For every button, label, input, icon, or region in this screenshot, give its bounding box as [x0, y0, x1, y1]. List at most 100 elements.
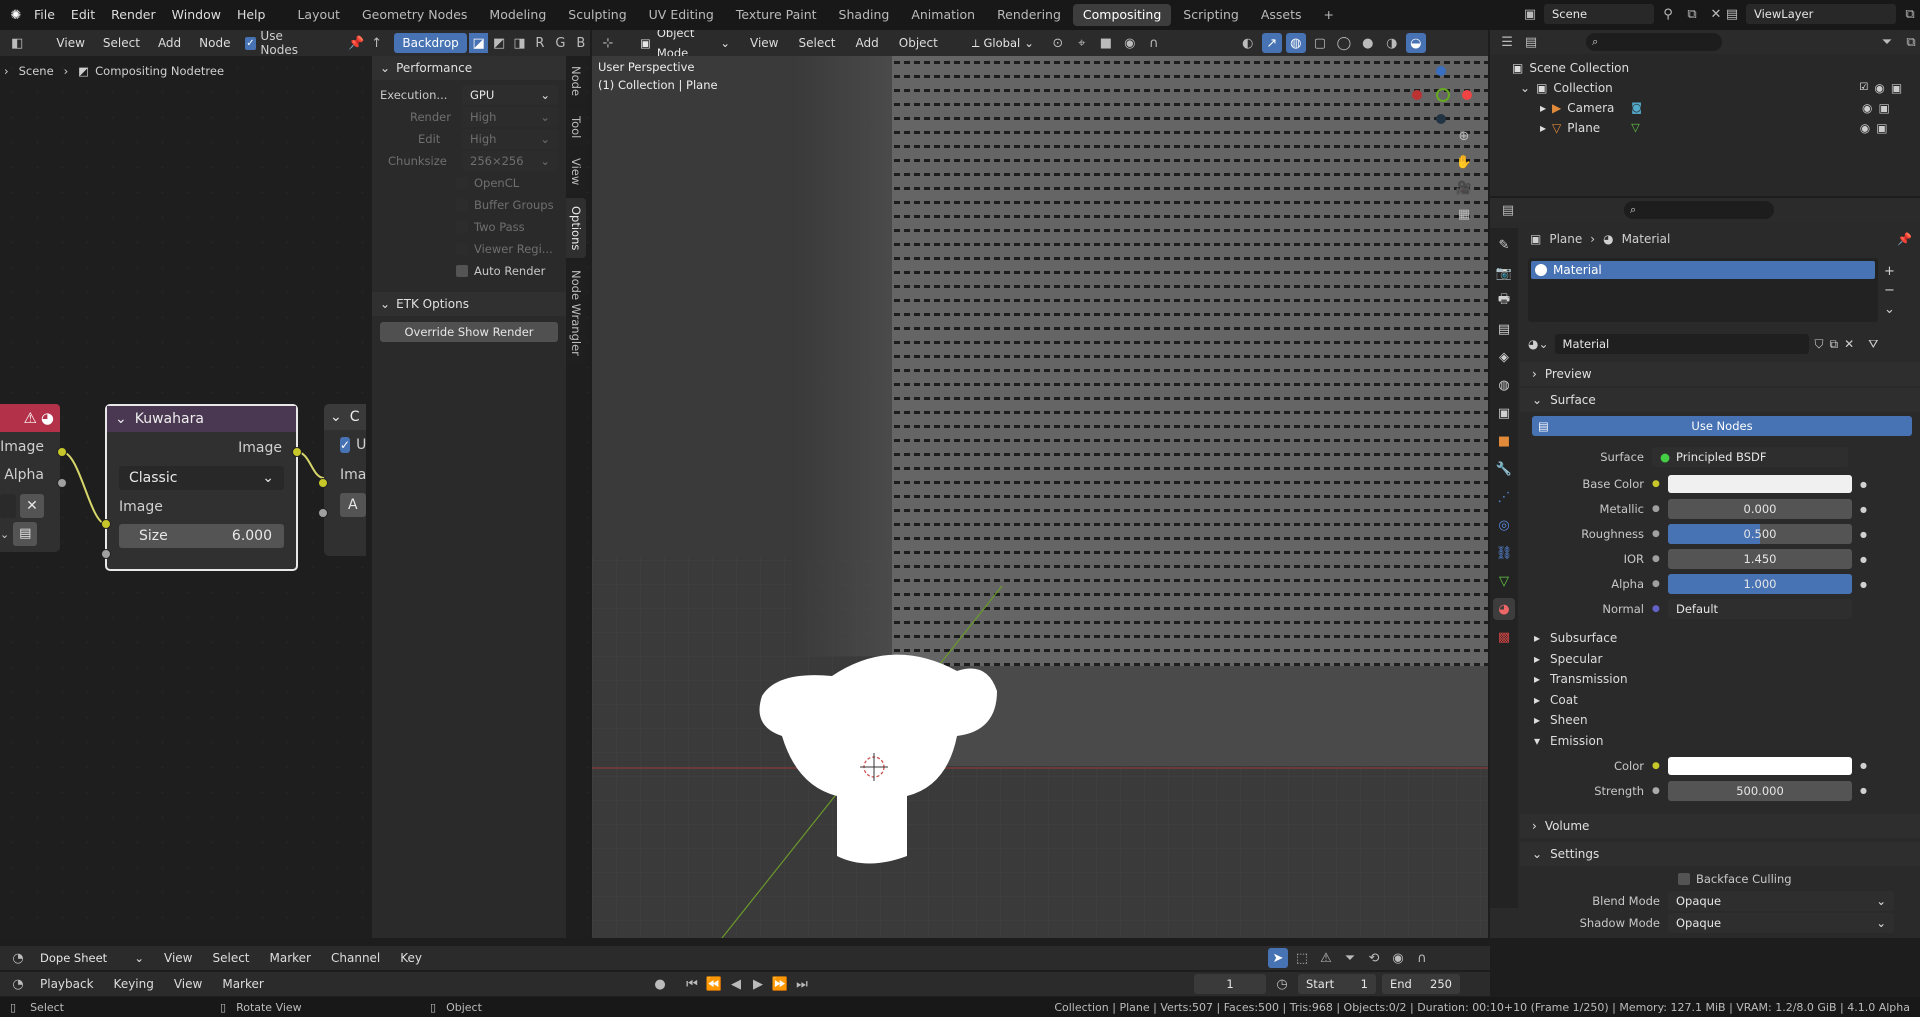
camera-view-icon[interactable]: 🎥	[1454, 178, 1474, 198]
keyframe-dot-icon[interactable]: ●	[1860, 761, 1867, 770]
constraints-icon[interactable]: ⛓	[1493, 542, 1515, 564]
clock-icon[interactable]: ◷	[1272, 974, 1292, 994]
remove-slot-icon[interactable]: −	[1884, 283, 1895, 298]
editor-type-icon[interactable]: ☰	[1498, 32, 1516, 52]
falloff-icon[interactable]: ∩	[1144, 33, 1164, 53]
tab-view[interactable]: View	[566, 150, 586, 194]
material-icon[interactable]: ◕	[1493, 598, 1515, 620]
view-layer-icon[interactable]: ▤	[1493, 318, 1515, 340]
editor-type-icon[interactable]: ▤	[1498, 200, 1518, 220]
snap-icon[interactable]: ⌖	[1072, 33, 1092, 53]
buffer-groups-checkbox[interactable]: Buffer Groups	[456, 194, 558, 216]
next-keyframe-icon[interactable]: ⏩	[770, 974, 790, 994]
texture-icon[interactable]: ▩	[1493, 626, 1515, 648]
use-alpha-toggle[interactable]: ✓ U	[324, 430, 366, 460]
tab-assets[interactable]: Assets	[1251, 4, 1312, 26]
play-reverse-icon[interactable]: ◀	[726, 974, 746, 994]
subpanel-header[interactable]: ▸ Sheen	[1520, 710, 1920, 730]
channel-g-icon[interactable]: G	[551, 33, 569, 53]
tab-rendering[interactable]: Rendering	[987, 4, 1071, 26]
chunksize-select[interactable]: 256×256 ⌄	[462, 151, 558, 171]
gizmo-icon[interactable]: ↗	[1261, 33, 1282, 53]
viewer-region-checkbox[interactable]: Viewer Regi...	[456, 238, 558, 260]
subpanel-header[interactable]: ▸ Coat	[1520, 690, 1920, 710]
auto-snap-icon[interactable]: ⟲	[1364, 948, 1384, 968]
collapse-icon[interactable]: ⌄	[115, 411, 127, 427]
scene-icon[interactable]: ◈	[1493, 346, 1515, 368]
value-field[interactable]: 0.000	[1668, 499, 1852, 519]
new-collection-icon[interactable]: ⧉	[1902, 32, 1920, 52]
proportional-edit-icon[interactable]: ◉	[1120, 33, 1140, 53]
add-slot-icon[interactable]: +	[1884, 264, 1895, 279]
tab-scripting[interactable]: Scripting	[1173, 4, 1249, 26]
tab-geometry-nodes[interactable]: Geometry Nodes	[352, 4, 477, 26]
menu-view[interactable]: View	[742, 36, 786, 50]
menu-view[interactable]: View	[166, 977, 210, 991]
solid-shading-icon[interactable]: ●	[1358, 33, 1378, 53]
mode-select[interactable]: Classic ⌄	[107, 464, 296, 492]
tab-layout[interactable]: Layout	[287, 4, 350, 26]
keyframe-dot-icon[interactable]: ●	[1860, 530, 1867, 539]
use-nodes-button[interactable]: ▤ Use Nodes	[1532, 416, 1912, 436]
snap-target-icon[interactable]: ■	[1096, 33, 1116, 53]
menu-keying[interactable]: Keying	[106, 977, 162, 991]
execution-select[interactable]: GPU ⌄	[462, 85, 558, 105]
alpha-field[interactable]: A	[324, 490, 366, 520]
tab-sculpting[interactable]: Sculpting	[558, 4, 636, 26]
menu-edit[interactable]: Edit	[63, 0, 103, 30]
performance-panel-header[interactable]: ⌄ Performance	[372, 56, 566, 80]
blender-logo-icon[interactable]: ✺	[6, 5, 26, 25]
socket-icon[interactable]: ●	[1652, 604, 1668, 614]
fake-user-icon[interactable]: ⛉	[1815, 337, 1824, 352]
filter-icon[interactable]: ⏷	[1878, 32, 1896, 52]
socket-alpha-in[interactable]	[318, 508, 328, 518]
display-mode-icon[interactable]: ▤	[1522, 32, 1540, 52]
clipboard-icon[interactable]: ▤	[13, 522, 38, 546]
channel-alpha-icon[interactable]: ◨	[510, 33, 528, 53]
chevron-down-icon[interactable]: ⌄	[0, 528, 9, 541]
material-shading-icon[interactable]: ◑	[1382, 33, 1402, 53]
channel-r-icon[interactable]: R	[531, 33, 549, 53]
editor-type-icon[interactable]: ◔	[8, 974, 28, 994]
subpanel-header[interactable]: ▸ Specular	[1520, 649, 1920, 669]
close-icon[interactable]: ✕	[20, 494, 44, 518]
scene-name[interactable]: Scene	[1544, 4, 1654, 24]
link-icon[interactable]: ⛛	[1868, 337, 1878, 352]
menu-help[interactable]: Help	[229, 0, 274, 30]
etk-panel-header[interactable]: ⌄ ETK Options	[372, 292, 566, 316]
search-input[interactable]: ⌕	[1624, 201, 1774, 219]
hand-pan-icon[interactable]: ✋	[1454, 152, 1474, 172]
editor-type-icon[interactable]: ⊹	[598, 33, 618, 53]
material-browse-icon[interactable]: ◕⌄	[1528, 337, 1549, 351]
surface-panel-header[interactable]: ⌄ Surface	[1520, 388, 1920, 412]
override-show-render-button[interactable]: Override Show Render	[380, 322, 558, 342]
unlink-icon[interactable]: ✕	[1844, 337, 1854, 351]
menu-add[interactable]: Add	[848, 36, 887, 50]
channel-rgb-icon[interactable]: ◪	[469, 33, 488, 53]
editor-type-icon[interactable]: ◔	[8, 948, 28, 968]
menu-window[interactable]: Window	[164, 0, 229, 30]
collapse-icon[interactable]: ⌄	[330, 409, 342, 425]
composite-node[interactable]: ⌄ C ✓ U Ima A	[324, 404, 366, 556]
menu-marker[interactable]: Marker	[214, 977, 271, 991]
socket-image-out[interactable]	[57, 447, 67, 457]
blend-mode-select[interactable]: Opaque ⌄	[1668, 890, 1894, 911]
socket-alpha-out[interactable]	[57, 478, 67, 488]
zoom-icon[interactable]: ⊕	[1454, 126, 1474, 146]
two-pass-checkbox[interactable]: Two Pass	[456, 216, 558, 238]
tab-uv-editing[interactable]: UV Editing	[639, 4, 724, 26]
subpanel-header[interactable]: ▸ Transmission	[1520, 669, 1920, 689]
menu-object[interactable]: Object	[891, 36, 946, 50]
socket-kuwahara-out[interactable]	[292, 447, 302, 457]
physics-icon[interactable]: ◎	[1493, 514, 1515, 536]
value-field[interactable]: 1.450	[1668, 549, 1852, 569]
layer-field[interactable]	[0, 494, 16, 518]
emission-subpanel-header[interactable]: ▾ Emission	[1520, 731, 1920, 751]
grid-view-icon[interactable]: ▦	[1454, 204, 1474, 224]
emission-strength-field[interactable]: 500.000	[1668, 780, 1852, 801]
scene-icon[interactable]: ▣	[1520, 4, 1540, 24]
particles-icon[interactable]: ⋰	[1493, 486, 1515, 508]
menu-file[interactable]: File	[26, 0, 63, 30]
xray-icon[interactable]: ▢	[1310, 33, 1330, 53]
jump-start-icon[interactable]: ⏮	[682, 974, 702, 994]
